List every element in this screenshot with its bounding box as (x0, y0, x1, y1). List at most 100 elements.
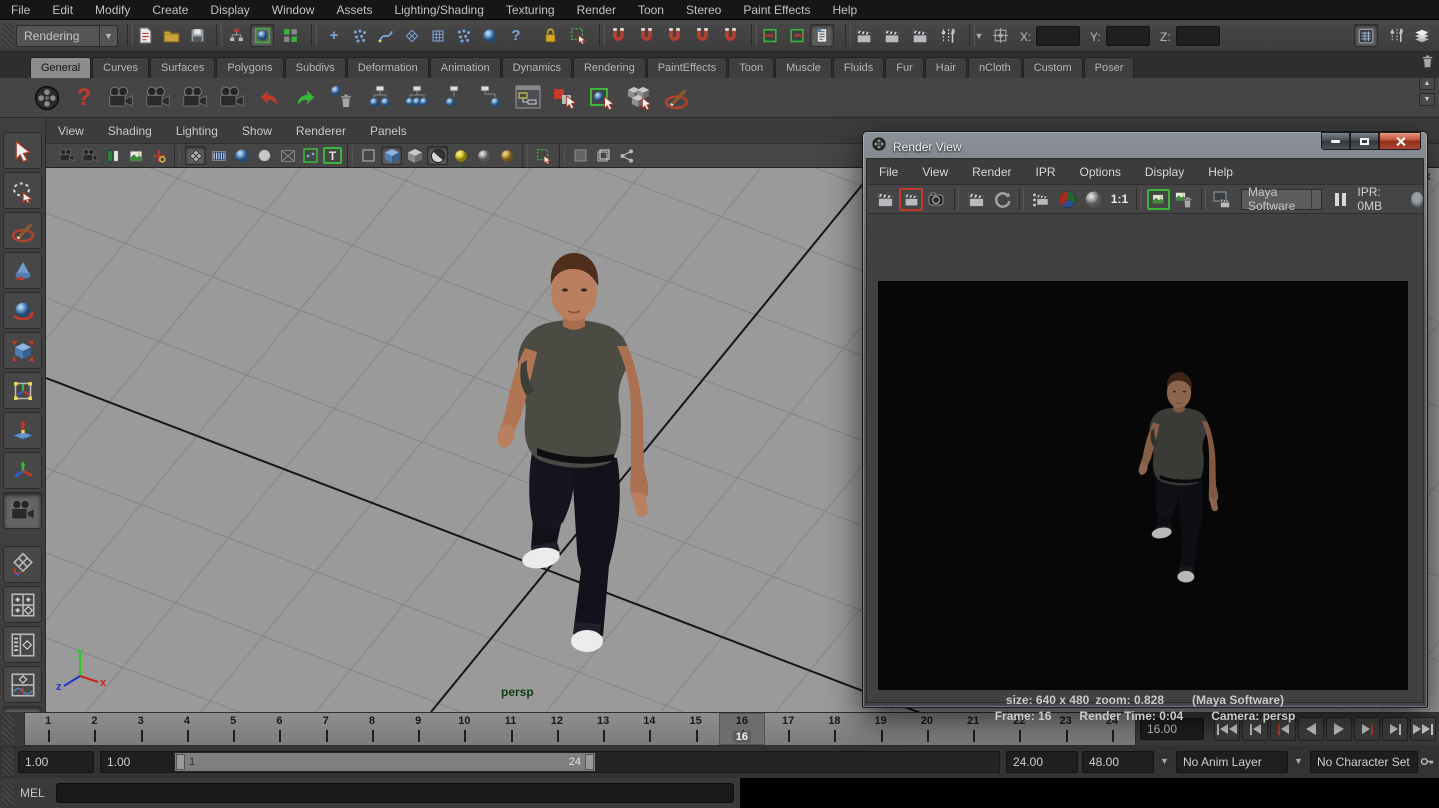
group-icon[interactable] (365, 83, 395, 113)
range-slider-grip[interactable] (2, 748, 14, 776)
character-model[interactable] (481, 240, 701, 660)
menu-item[interactable]: File (0, 3, 41, 17)
timeline-frame-cell[interactable]: 18 (811, 713, 857, 745)
use-all-lights-icon[interactable] (427, 146, 448, 165)
input-connections-icon[interactable] (758, 24, 782, 47)
shelf-tab[interactable]: Fur (885, 57, 924, 78)
share-view-icon[interactable] (616, 146, 637, 165)
rotate-tool[interactable] (3, 292, 42, 329)
shelf-tab[interactable]: Toon (728, 57, 774, 78)
construction-history-icon[interactable] (810, 24, 834, 47)
scale-tool[interactable] (3, 332, 42, 369)
display-real-size-icon[interactable] (1147, 189, 1170, 210)
mask-points-icon[interactable] (348, 24, 372, 47)
mask-misc-icon[interactable]: ? (504, 24, 528, 47)
shelf-tab[interactable]: Fluids (833, 57, 884, 78)
timeline-frame-cell[interactable]: 10 (441, 713, 487, 745)
hypergraph-icon[interactable] (513, 83, 543, 113)
mask-surfaces-icon[interactable] (400, 24, 424, 47)
shelf-tab[interactable]: Deformation (347, 57, 429, 78)
shelf-tab[interactable]: Muscle (775, 57, 832, 78)
undo-icon[interactable] (254, 83, 284, 113)
camera-pan-icon[interactable] (143, 83, 173, 113)
chevron-down-icon[interactable]: ▼ (1294, 756, 1303, 766)
select-by-object-icon[interactable] (250, 24, 274, 47)
shelf-scroll-down-icon[interactable]: ▼ (1419, 93, 1435, 106)
select-object-icon[interactable] (587, 83, 617, 113)
timeline-frame-cell[interactable]: 12 (534, 713, 580, 745)
camera-select-icon[interactable] (56, 146, 77, 165)
panel-menu-item[interactable]: Shading (96, 124, 164, 138)
region-render-icon[interactable] (1029, 188, 1053, 211)
render-view-menu-item[interactable]: Options (1068, 165, 1133, 179)
snap-to-points-icon[interactable] (662, 24, 686, 47)
timeline-frame-cell[interactable]: 8 (349, 713, 395, 745)
show-manipulator-tool[interactable] (3, 452, 42, 489)
manipulator-settings-icon[interactable] (988, 24, 1012, 47)
character-set-dropdown[interactable]: No Character Set (1310, 751, 1418, 773)
xray-icon[interactable] (570, 146, 591, 165)
select-tool[interactable] (3, 132, 42, 169)
playback-range-bar[interactable]: 1 24 (175, 753, 595, 771)
x-coordinate-input[interactable] (1036, 26, 1080, 46)
shelf-tab[interactable]: Polygons (216, 57, 283, 78)
panel-menu-item[interactable]: Lighting (164, 124, 230, 138)
parent-icon[interactable] (439, 83, 469, 113)
grid-toggle-icon[interactable] (185, 146, 206, 165)
layout-four-pane-button[interactable] (3, 586, 42, 623)
move-tool[interactable] (3, 252, 42, 289)
shelf-tab[interactable]: PaintEffects (647, 57, 728, 78)
shelf-tab[interactable]: Surfaces (150, 57, 215, 78)
two-d-pan-zoom-icon[interactable] (148, 146, 169, 165)
timeline-frame-cell[interactable]: 4 (164, 713, 210, 745)
menu-item[interactable]: Create (141, 3, 199, 17)
refresh-ipr-icon[interactable] (990, 188, 1014, 211)
command-response-area[interactable] (740, 778, 1439, 808)
render-settings-icon[interactable] (1211, 188, 1235, 211)
y-coordinate-input[interactable] (1106, 26, 1150, 46)
render-view-title-bar[interactable]: Render View (866, 135, 1424, 158)
rendered-image[interactable] (878, 281, 1408, 690)
render-current-frame-icon[interactable] (880, 24, 904, 47)
menu-item[interactable]: Texturing (495, 3, 566, 17)
image-plane-icon[interactable] (125, 146, 146, 165)
snap-to-planes-icon[interactable] (690, 24, 714, 47)
timeline-frame-cell[interactable]: 7 (303, 713, 349, 745)
gate-mask-icon[interactable] (254, 146, 275, 165)
redo-previous-render-icon[interactable] (899, 188, 923, 211)
snap-to-view-icon[interactable] (718, 24, 742, 47)
shelf-tab[interactable]: nCloth (968, 57, 1022, 78)
render-view-menu-item[interactable]: View (910, 165, 960, 179)
layout-single-button[interactable] (3, 546, 42, 583)
isolate-select-icon[interactable] (533, 146, 554, 165)
layout-persp-graph-button[interactable] (3, 666, 42, 703)
paint-tool-icon[interactable] (661, 83, 691, 113)
output-connections-icon[interactable] (784, 24, 808, 47)
shelf-tab[interactable]: Poser (1084, 57, 1135, 78)
delete-object-icon[interactable] (328, 83, 358, 113)
timeline-frame-cell[interactable]: 2 (71, 713, 117, 745)
select-by-hierarchy-icon[interactable] (224, 24, 248, 47)
menu-item[interactable]: Paint Effects (732, 3, 821, 17)
shelf-scroll-up-icon[interactable]: ▲ (1419, 77, 1435, 90)
command-language-toggle[interactable]: MEL (20, 786, 45, 800)
panel-menu-item[interactable]: Panels (358, 124, 419, 138)
resolution-gate-icon[interactable] (231, 146, 252, 165)
timeline-frame-cell[interactable]: 14 (626, 713, 672, 745)
mel-command-input[interactable] (56, 783, 734, 803)
range-slider-track[interactable]: 1 24 (172, 751, 1000, 773)
panel-menu-item[interactable]: View (46, 124, 96, 138)
shelf-tab[interactable]: Dynamics (502, 57, 572, 78)
ipr-render-icon[interactable] (964, 188, 988, 211)
shelf-tab[interactable]: Animation (430, 57, 501, 78)
timeline-frame-cell[interactable]: 9 (395, 713, 441, 745)
safe-action-icon[interactable] (300, 146, 321, 165)
camera-track-icon[interactable] (180, 83, 210, 113)
paint-select-tool[interactable] (3, 212, 42, 249)
timeline-frame-cell[interactable]: 11 (488, 713, 534, 745)
field-chart-icon[interactable] (277, 146, 298, 165)
menu-item[interactable]: Stereo (675, 3, 732, 17)
separator[interactable] (311, 24, 317, 46)
shelf-tab[interactable]: Rendering (573, 57, 646, 78)
menu-item[interactable]: Help (822, 3, 869, 17)
